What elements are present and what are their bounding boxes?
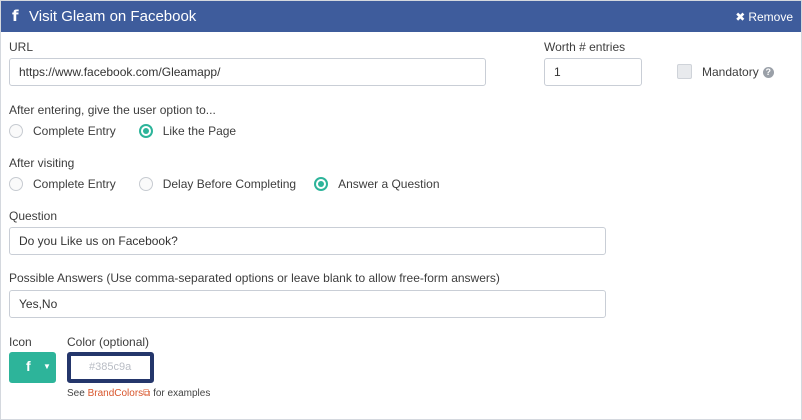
mandatory-label: Mandatory: [702, 65, 759, 79]
url-label: URL: [9, 40, 34, 54]
panel-title: Visit Gleam on Facebook: [29, 8, 197, 25]
facebook-icon: f: [12, 7, 19, 25]
radio-complete-entry-2[interactable]: Complete Entry: [9, 177, 116, 191]
mandatory-label-wrap: Mandatory?: [702, 65, 774, 79]
radio-label: Answer a Question: [338, 177, 440, 191]
remove-button[interactable]: ✖ Remove: [735, 10, 793, 24]
brandcolors-link[interactable]: BrandColors: [88, 388, 144, 399]
radio-label: Complete Entry: [33, 177, 116, 191]
brandcolors-hint: See BrandColors⧉ for examples: [67, 388, 210, 399]
worth-label: Worth # entries: [544, 40, 626, 54]
caret-down-icon: ▼: [43, 362, 51, 371]
radio-delay-before-completing[interactable]: Delay Before Completing: [138, 177, 297, 191]
mandatory-checkbox[interactable]: [677, 64, 692, 79]
close-icon: ✖: [735, 10, 746, 24]
color-input[interactable]: #385c9a: [67, 352, 154, 383]
radio-answer-a-question[interactable]: Answer a Question: [314, 177, 440, 191]
facebook-icon: f: [26, 358, 31, 374]
remove-label: Remove: [748, 10, 793, 24]
hint-suffix: for examples: [153, 388, 211, 399]
answers-input[interactable]: Yes,No: [9, 290, 606, 318]
entry-method-panel: f Visit Gleam on Facebook ✖ Remove URL h…: [0, 0, 802, 420]
radio-indicator-selected[interactable]: [138, 124, 153, 138]
radio-label: Delay Before Completing: [162, 177, 297, 191]
question-label: Question: [9, 209, 58, 223]
after-visiting-label: After visiting: [9, 156, 75, 170]
color-label: Color (optional): [67, 335, 150, 349]
answers-label: Possible Answers (Use comma-separated op…: [9, 271, 500, 285]
question-input[interactable]: Do you Like us on Facebook?: [9, 227, 606, 255]
radio-indicator-selected[interactable]: [314, 177, 329, 191]
after-entering-options: Complete Entry Like the Page: [9, 124, 236, 138]
hint-prefix: See: [67, 388, 85, 399]
after-entering-label: After entering, give the user option to.…: [9, 103, 216, 117]
radio-label: Like the Page: [162, 124, 237, 138]
radio-complete-entry-1[interactable]: Complete Entry: [9, 124, 116, 138]
panel-header: f Visit Gleam on Facebook ✖ Remove: [1, 1, 801, 32]
icon-label: Icon: [9, 335, 32, 349]
url-input[interactable]: https://www.facebook.com/Gleamapp/: [9, 58, 486, 86]
external-link-icon[interactable]: ⧉: [143, 388, 150, 399]
radio-like-the-page[interactable]: Like the Page: [138, 124, 237, 138]
radio-indicator[interactable]: [138, 177, 153, 191]
after-visiting-options: Complete Entry Delay Before Completing A…: [9, 177, 440, 191]
worth-input[interactable]: 1: [544, 58, 642, 86]
radio-indicator[interactable]: [9, 177, 23, 191]
icon-picker-button[interactable]: f ▼: [9, 352, 56, 383]
radio-label: Complete Entry: [33, 124, 116, 138]
help-icon[interactable]: ?: [762, 67, 774, 79]
radio-indicator[interactable]: [9, 124, 23, 138]
